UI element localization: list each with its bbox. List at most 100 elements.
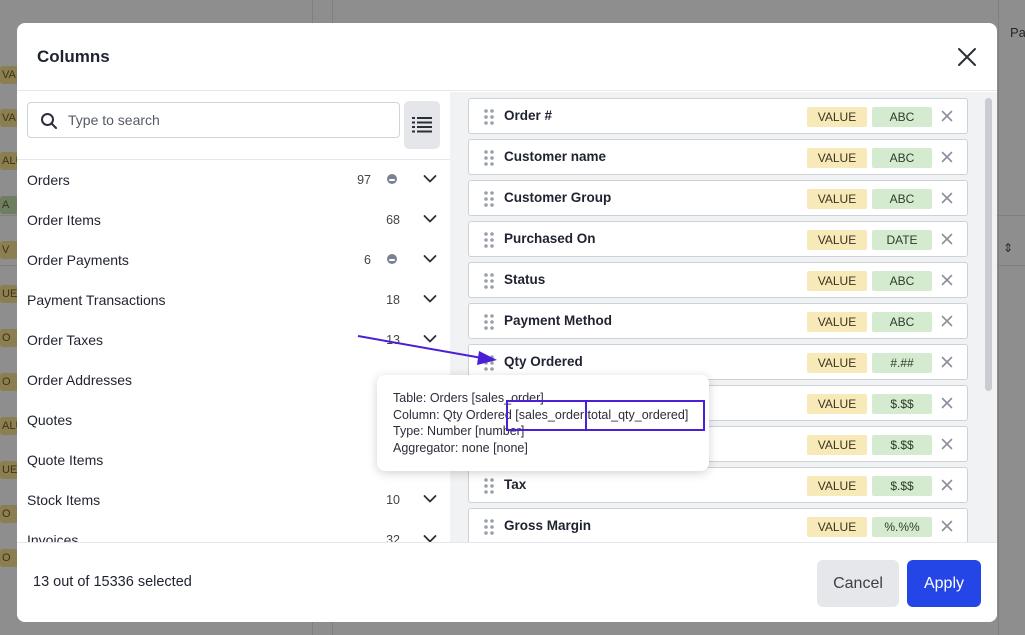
format-tag[interactable]: $.$$ — [872, 394, 932, 414]
aggregation-tag[interactable]: VALUE — [807, 517, 867, 537]
remove-icon[interactable] — [941, 233, 953, 245]
chevron-down-icon[interactable] — [423, 174, 437, 184]
table-name: Orders — [27, 172, 70, 188]
scrollbar[interactable] — [985, 98, 992, 391]
aggregation-tag[interactable]: VALUE — [807, 148, 867, 168]
aggregation-tag[interactable]: VALUE — [807, 271, 867, 291]
table-name: Order Addresses — [27, 372, 133, 388]
drag-handle-icon[interactable] — [483, 272, 495, 290]
remove-icon[interactable] — [941, 520, 953, 532]
selected-indicator-icon — [387, 174, 397, 184]
table-column-count: 6 — [364, 253, 371, 267]
aggregation-tag[interactable]: VALUE — [807, 107, 867, 127]
drag-handle-icon[interactable] — [483, 190, 495, 208]
format-tag[interactable]: $.$$ — [872, 476, 932, 496]
column-name: Purchased On — [504, 231, 596, 246]
table-column-count: 18 — [386, 293, 400, 307]
drag-handle-icon[interactable] — [483, 231, 495, 249]
table-column-count: 32 — [386, 533, 400, 542]
table-column-count: 13 — [386, 333, 400, 347]
table-row[interactable]: Orders 97 — [17, 160, 450, 200]
table-row[interactable]: Stock Items 10 — [17, 480, 450, 520]
selected-column-row[interactable]: Customer name VALUE ABC — [468, 139, 968, 175]
remove-icon[interactable] — [941, 274, 953, 286]
drag-handle-icon[interactable] — [483, 354, 495, 372]
format-tag[interactable]: ABC — [872, 312, 932, 332]
table-column-count: 97 — [357, 173, 371, 187]
selected-column-row[interactable]: Status VALUE ABC — [468, 262, 968, 298]
table-column-count: 68 — [386, 213, 400, 227]
selected-column-row[interactable]: Payment Method VALUE ABC — [468, 303, 968, 339]
selected-columns-panel: Order # VALUE ABC Customer name VALUE ABC Cust… — [450, 92, 997, 542]
selected-column-row[interactable]: Purchased On VALUE DATE — [468, 221, 968, 257]
chevron-down-icon[interactable] — [423, 254, 437, 264]
format-tag[interactable]: DATE — [872, 230, 932, 250]
selected-indicator-icon — [387, 254, 397, 264]
format-tag[interactable]: %.%% — [872, 517, 932, 537]
close-icon — [958, 48, 976, 66]
remove-icon[interactable] — [941, 479, 953, 491]
table-row[interactable]: Order Payments 6 — [17, 240, 450, 280]
table-row[interactable]: Order Items 68 — [17, 200, 450, 240]
chevron-down-icon[interactable] — [423, 214, 437, 224]
format-tag[interactable]: ABC — [872, 107, 932, 127]
remove-icon[interactable] — [941, 356, 953, 368]
aggregation-tag[interactable]: VALUE — [807, 353, 867, 373]
cancel-button[interactable]: Cancel — [817, 560, 899, 607]
table-column-count: 10 — [386, 493, 400, 507]
chevron-down-icon[interactable] — [423, 334, 437, 344]
drag-handle-icon[interactable] — [483, 149, 495, 167]
drag-handle-icon[interactable] — [483, 518, 495, 536]
chevron-down-icon[interactable] — [423, 494, 437, 504]
column-name: Payment Method — [504, 313, 613, 328]
table-name: Order Taxes — [27, 332, 103, 348]
remove-icon[interactable] — [941, 110, 953, 122]
remove-icon[interactable] — [941, 192, 953, 204]
aggregation-tag[interactable]: VALUE — [807, 435, 867, 455]
selected-column-row[interactable]: Order # VALUE ABC — [468, 98, 968, 134]
drag-handle-icon[interactable] — [483, 477, 495, 495]
remove-icon[interactable] — [941, 315, 953, 327]
table-row[interactable]: Payment Transactions 18 — [17, 280, 450, 320]
chevron-down-icon[interactable] — [423, 534, 437, 542]
column-name: Order # — [504, 108, 553, 123]
table-name: Quotes — [27, 412, 73, 428]
format-tag[interactable]: ABC — [872, 271, 932, 291]
column-name: Qty Ordered — [504, 354, 583, 369]
selected-column-row[interactable]: Tax VALUE $.$$ — [468, 467, 968, 503]
format-tag[interactable]: #.## — [872, 353, 932, 373]
drag-handle-icon[interactable] — [483, 313, 495, 331]
aggregation-tag[interactable]: VALUE — [807, 312, 867, 332]
selected-column-row[interactable]: Customer Group VALUE ABC — [468, 180, 968, 216]
tables-list: Orders 97 Order Items 68 Order Payments 6 Paym… — [17, 160, 450, 542]
close-button[interactable] — [955, 45, 979, 69]
table-row[interactable]: Invoices 32 — [17, 520, 450, 542]
aggregation-tag[interactable]: VALUE — [807, 230, 867, 250]
remove-icon[interactable] — [941, 438, 953, 450]
selected-column-row[interactable]: Gross Margin VALUE%.%% — [468, 508, 968, 542]
column-name: Customer Group — [504, 190, 612, 205]
aggregation-tag[interactable]: VALUE — [807, 394, 867, 414]
search-input[interactable] — [68, 109, 388, 131]
remove-icon[interactable] — [941, 397, 953, 409]
apply-button[interactable]: Apply — [907, 560, 981, 607]
column-name: Status — [504, 272, 546, 287]
aggregation-tag[interactable]: VALUE — [807, 189, 867, 209]
table-name: Invoices — [27, 532, 79, 542]
format-tag[interactable]: ABC — [872, 189, 932, 209]
list-icon — [412, 117, 432, 133]
chevron-down-icon[interactable] — [423, 294, 437, 304]
format-tag[interactable]: $.$$ — [872, 435, 932, 455]
search-box[interactable] — [27, 102, 400, 138]
modal-header: Columns — [17, 23, 997, 91]
drag-handle-icon[interactable] — [483, 108, 495, 126]
list-view-toggle[interactable] — [404, 101, 440, 149]
aggregation-tag[interactable]: VALUE — [807, 476, 867, 496]
tables-panel: Orders 97 Order Items 68 Order Payments 6 Paym… — [17, 92, 450, 542]
table-name: Payment Transactions — [27, 292, 166, 308]
format-tag[interactable]: ABC — [872, 148, 932, 168]
remove-icon[interactable] — [941, 151, 953, 163]
selected-count: 13 out of 15336 selected — [33, 574, 192, 590]
modal-footer: 13 out of 15336 selected Cancel Apply — [17, 542, 997, 622]
table-row[interactable]: Order Taxes 13 — [17, 320, 450, 360]
